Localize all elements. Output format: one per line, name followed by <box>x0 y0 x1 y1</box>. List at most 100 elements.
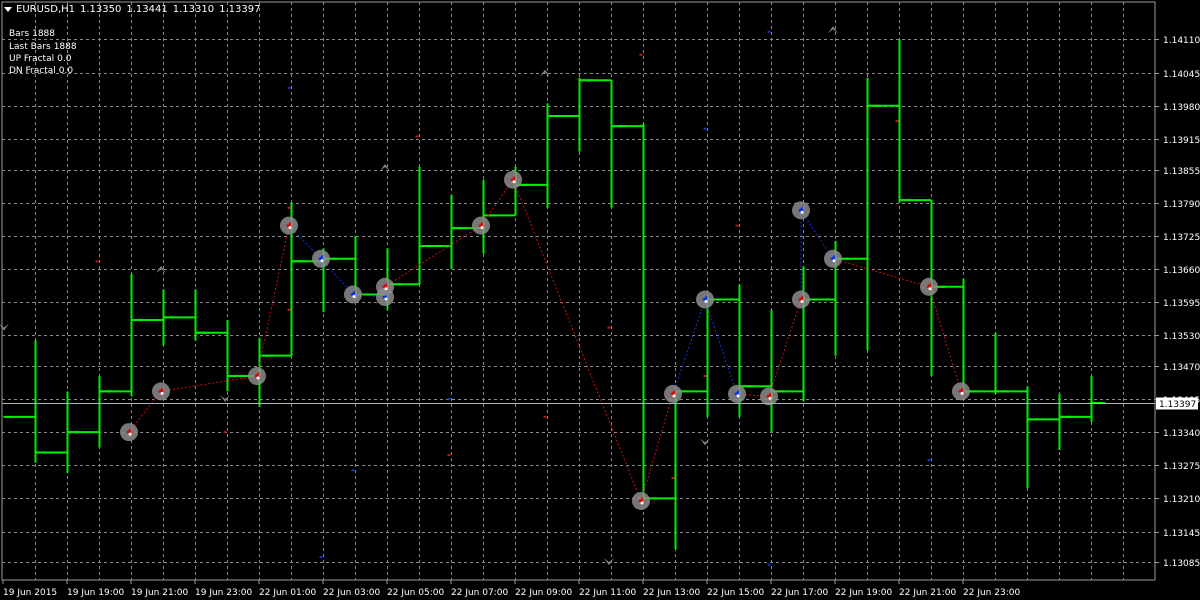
marker-dot <box>384 297 388 301</box>
zigzag-marker <box>312 249 330 268</box>
red-signal-dot <box>671 477 675 480</box>
y-tick-label: 1.13085 <box>1163 559 1200 569</box>
stat-dn-fractal: DN Fractal 0.0 <box>9 66 73 77</box>
red-signal-dot <box>287 206 291 209</box>
marker-dot <box>160 391 164 395</box>
red-signal-dot <box>639 53 643 56</box>
stat-value: 0.0 <box>57 54 72 64</box>
zigzag-marker <box>120 423 138 442</box>
zigzag-marker <box>280 216 298 235</box>
x-tick-label: 19 Jun 19:00 <box>67 588 124 598</box>
red-signal-dot <box>735 224 739 227</box>
stat-value: 1888 <box>32 29 55 39</box>
price-chart[interactable]: 1.14110 1.14045 1.13980 1.13915 1.13855 1.137… <box>0 0 1200 600</box>
blue-signal-dot <box>703 127 707 130</box>
zigzag-marker <box>792 201 810 220</box>
x-tick-label: 22 Jun 21:00 <box>899 588 956 598</box>
red-signal-dot <box>447 454 451 457</box>
blue-signal-dot <box>287 86 291 89</box>
marker-dot <box>128 432 132 436</box>
y-tick-label: 1.13855 <box>1163 167 1200 177</box>
blue-signal-dot <box>767 563 771 566</box>
y-tick-label: 1.13530 <box>1163 332 1200 342</box>
stat-label: Last Bars <box>9 42 51 52</box>
y-tick-label: 1.13660 <box>1163 266 1200 276</box>
y-tick-label: 1.14110 <box>1163 36 1200 46</box>
red-signal-dot <box>415 135 419 138</box>
marker-dot <box>352 294 356 298</box>
marker-dot <box>320 259 324 263</box>
x-tick-label: 19 Jun 21:00 <box>131 588 188 598</box>
zigzag-marker <box>664 384 682 403</box>
zigzag-marker <box>920 277 938 296</box>
marker-dot <box>800 210 804 214</box>
blue-signal-dot <box>351 469 355 472</box>
x-tick-label: 22 Jun 05:00 <box>387 588 444 598</box>
blue-signal-dot <box>927 459 931 462</box>
zigzag-marker <box>152 382 170 401</box>
stat-bars: Bars 1888 <box>9 29 55 40</box>
marker-dot <box>768 396 772 400</box>
y-tick-label: 1.13210 <box>1163 495 1200 505</box>
chevron-down-icon[interactable] <box>4 6 12 12</box>
x-tick-label: 19 Jun 23:00 <box>195 588 252 598</box>
x-tick-label: 22 Jun 13:00 <box>643 588 700 598</box>
marker-dot <box>800 300 804 304</box>
y-tick-label: 1.13980 <box>1163 103 1200 113</box>
red-signal-dot <box>607 326 611 329</box>
marker-dot <box>672 394 676 398</box>
red-signal-dot <box>287 308 291 311</box>
y-tick-label: 1.13915 <box>1163 136 1200 146</box>
y-tick-label: 1.13275 <box>1163 462 1200 472</box>
marker-dot <box>512 180 516 184</box>
marker-dot <box>736 394 740 398</box>
marker-dot <box>960 391 964 395</box>
chart-info-panel: EURUSD,H1 1.13350 1.13441 1.13310 1.1339… <box>0 0 400 80</box>
y-tick-label: 1.13790 <box>1163 200 1200 210</box>
x-tick-label: 22 Jun 03:00 <box>323 588 380 598</box>
y-tick-label: 1.13340 <box>1163 429 1200 439</box>
close-value: 1.13397 <box>219 3 261 15</box>
x-tick-label: 22 Jun 15:00 <box>707 588 764 598</box>
x-tick-label: 22 Jun 23:00 <box>963 588 1020 598</box>
low-value: 1.13310 <box>172 3 215 15</box>
stat-last-bars: Last Bars 1888 <box>9 42 77 53</box>
stat-value: 0.0 <box>58 66 74 76</box>
red-signal-dot <box>895 120 899 123</box>
y-tick-label: 1.13725 <box>1163 233 1200 243</box>
open-value: 1.13350 <box>80 3 122 15</box>
zigzag-marker <box>824 249 842 268</box>
red-signal-dot <box>223 431 227 434</box>
chart-background <box>0 0 1200 600</box>
high-value: 1.13441 <box>126 3 168 15</box>
x-tick-label: 22 Jun 19:00 <box>835 588 892 598</box>
zigzag-marker <box>248 367 266 386</box>
zigzag-marker <box>728 384 746 403</box>
blue-signal-dot <box>319 556 323 559</box>
blue-signal-dot <box>447 397 451 400</box>
red-signal-dot <box>95 260 99 263</box>
symbol-header[interactable]: EURUSD,H1 1.13350 1.13441 1.13310 1.1339… <box>4 2 260 16</box>
zigzag-marker <box>632 491 650 510</box>
marker-dot <box>288 226 292 230</box>
x-tick-label: 22 Jun 07:00 <box>451 588 508 598</box>
stat-up-fractal: UP Fractal 0.0 <box>9 54 71 65</box>
x-tick-label: 22 Jun 09:00 <box>515 588 572 598</box>
zigzag-marker <box>344 285 362 304</box>
marker-dot <box>704 300 708 304</box>
red-signal-dot <box>543 415 547 418</box>
zigzag-marker <box>472 216 490 235</box>
x-tick-label: 22 Jun 11:00 <box>579 588 636 598</box>
blue-signal-dot <box>767 30 771 33</box>
stat-value: 1888 <box>53 42 77 52</box>
stat-label: Bars <box>9 29 30 39</box>
y-tick-label: 1.14045 <box>1163 70 1200 80</box>
zigzag-marker <box>376 277 394 296</box>
y-tick-label: 1.13145 <box>1163 529 1200 539</box>
zigzag-marker <box>696 290 714 309</box>
stat-label: UP Fractal <box>9 54 55 64</box>
zigzag-marker <box>952 382 970 401</box>
x-tick-label: 22 Jun 01:00 <box>259 588 316 598</box>
marker-dot <box>832 259 836 263</box>
stat-label: DN Fractal <box>9 66 56 76</box>
